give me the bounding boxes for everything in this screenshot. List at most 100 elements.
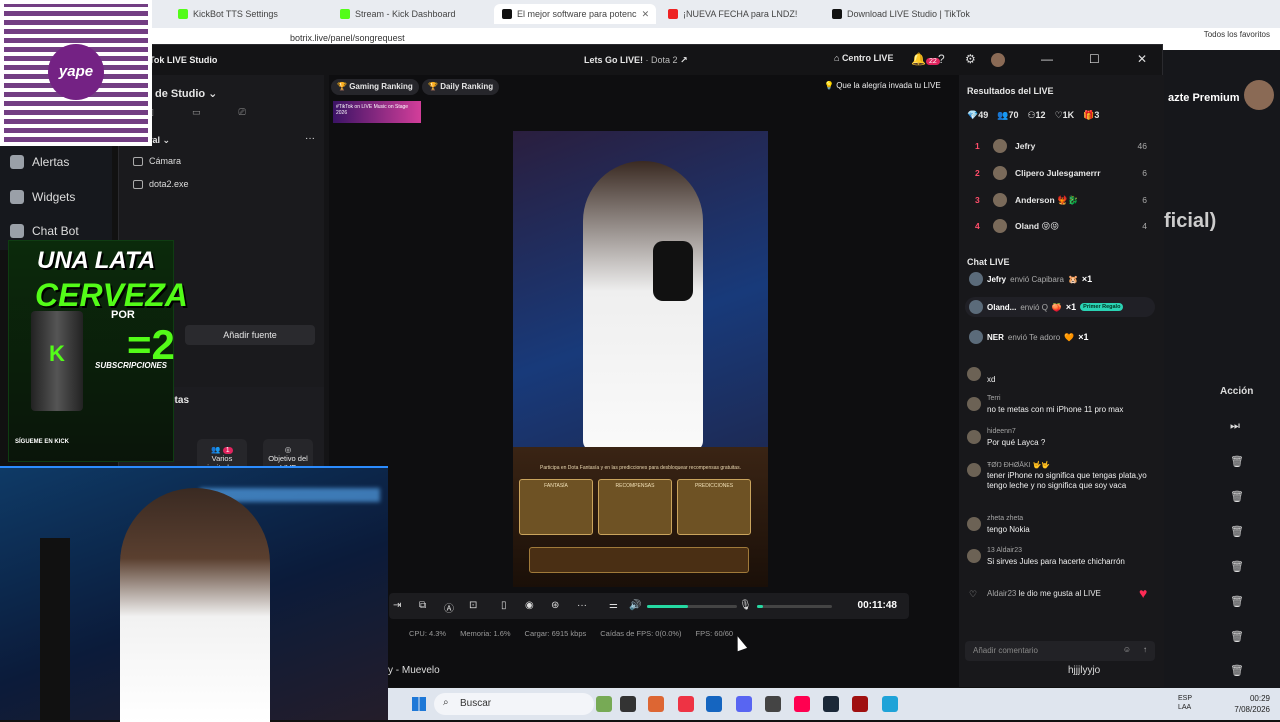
- minimize-icon[interactable]: —: [1041, 52, 1053, 66]
- browser-tab[interactable]: KickBot TTS Settings: [170, 4, 330, 24]
- send-icon[interactable]: ↑: [1143, 645, 1147, 654]
- speaker-volume-slider[interactable]: [647, 605, 737, 608]
- chat-message[interactable]: ŦØŊ ÐHØĀKI 🤟🤟 tener iPhone no significa q…: [965, 461, 1151, 509]
- sidebar-item-widgets[interactable]: Widgets: [10, 190, 75, 204]
- results-stats: 💎49 👥70 ⚇12 ♡1K 🎁3: [967, 110, 1099, 121]
- chat-message[interactable]: 13 Aldair23 Si sirves Jules para hacerte …: [965, 547, 1151, 573]
- chat-message[interactable]: Terri no te metas con mi iPhone 11 pro ma…: [965, 395, 1151, 421]
- steam-icon[interactable]: [823, 696, 839, 712]
- speaker-volume-fill: [647, 605, 688, 608]
- favorites-folder[interactable]: Todos los favoritos: [1204, 30, 1270, 39]
- taskbar-search[interactable]: ⌕ Buscar: [434, 693, 594, 715]
- avatar: [967, 549, 981, 563]
- obs-icon[interactable]: [765, 696, 781, 712]
- discord-icon[interactable]: [736, 696, 752, 712]
- maximize-icon[interactable]: ☐: [1089, 52, 1100, 66]
- trash-icon[interactable]: 🗑: [1230, 490, 1244, 503]
- stream-preview[interactable]: Participa en Dota Fantasía y en las pred…: [513, 131, 768, 587]
- daily-ranking-button[interactable]: 🏆 Daily Ranking: [422, 79, 500, 95]
- sidebar-item-chatbot[interactable]: Chat Bot: [10, 224, 79, 238]
- robot-icon: [10, 224, 24, 238]
- store-icon[interactable]: [706, 696, 722, 712]
- browser-tab[interactable]: Stream - Kick Dashboard: [332, 4, 492, 24]
- url-field[interactable]: botrix.live/panel/songrequest: [290, 33, 405, 43]
- trash-icon[interactable]: 🗑: [1230, 525, 1244, 538]
- browser-tab-active[interactable]: El mejor software para potenc ✕: [494, 4, 656, 24]
- more-icon[interactable]: ···: [305, 133, 315, 144]
- gaming-ranking-button[interactable]: 🏆 Gaming Ranking: [331, 79, 419, 95]
- sidebar-item-alerts[interactable]: Alertas: [10, 155, 69, 169]
- trash-icon[interactable]: 🗑: [1230, 630, 1244, 643]
- horizontal-layout-icon[interactable]: ▭: [192, 107, 201, 121]
- motto-text[interactable]: 💡 Que la alegría invada tu LIVE: [824, 81, 941, 90]
- add-source-button[interactable]: Añadir fuente: [185, 325, 315, 345]
- speaker-icon[interactable]: 🔊: [629, 600, 641, 612]
- mic-volume-fill: [757, 605, 763, 608]
- beer-can-image: K: [31, 311, 83, 411]
- trash-icon[interactable]: 🗑: [1230, 560, 1244, 573]
- language-indicator[interactable]: ESP LAA: [1178, 694, 1192, 712]
- more-icon[interactable]: ···: [577, 600, 589, 612]
- browser-tab[interactable]: ¡NUEVA FECHA para LNDZ!: [660, 4, 820, 24]
- tiktok-studio-icon[interactable]: [794, 696, 810, 712]
- centro-live-button[interactable]: ⌂ Centro LIVE: [834, 53, 893, 63]
- record-icon[interactable]: ◉: [525, 600, 537, 612]
- trash-icon[interactable]: 🗑: [1230, 595, 1244, 608]
- dota-icon[interactable]: [852, 696, 868, 712]
- comment-input[interactable]: Añadir comentario ☺ ↑: [965, 641, 1155, 661]
- system-clock[interactable]: 00:29 7/08/2026: [1234, 693, 1270, 715]
- trash-icon[interactable]: 🗑: [1230, 664, 1244, 677]
- gear-icon[interactable]: ⚙: [965, 52, 976, 66]
- expand-icon[interactable]: ⇥: [393, 600, 405, 612]
- premium-link[interactable]: azte Premium: [1168, 92, 1240, 104]
- ranking-row[interactable]: 2 Clipero Julesgamerrr 6: [975, 166, 1147, 180]
- source-camera[interactable]: Cámara: [133, 156, 181, 166]
- source-group-header[interactable]: ral ⌄: [149, 135, 170, 146]
- stream-title[interactable]: Lets Go LIVE! · Dota 2 ↗: [584, 55, 688, 66]
- bell-icon[interactable]: 🔔 22: [911, 52, 940, 66]
- capture-icon[interactable]: ⊛: [551, 600, 563, 612]
- settings-sliders-icon[interactable]: ⚌: [609, 600, 621, 612]
- chat-message[interactable]: zheta zheta tengo Nokia: [965, 515, 1151, 541]
- help-icon[interactable]: ?: [938, 52, 945, 66]
- portrait-layout-icon[interactable]: ⎚: [238, 107, 245, 121]
- phone-icon[interactable]: ▯: [501, 600, 513, 612]
- avatar[interactable]: [991, 53, 1005, 67]
- brave-icon[interactable]: [678, 696, 694, 712]
- avatar[interactable]: [1244, 80, 1274, 110]
- screen-icon[interactable]: ⊡: [469, 600, 481, 612]
- mic-icon[interactable]: 🎙: [739, 600, 752, 612]
- streamer-figure: [120, 488, 270, 722]
- copilot-icon[interactable]: [648, 696, 664, 712]
- fps-drop-stat: Caídas de FPS: 0(0.0%): [600, 629, 682, 638]
- mic-volume-slider[interactable]: [757, 605, 832, 608]
- ranking-row[interactable]: 3 Anderson 🐦‍🔥🐉 6: [975, 193, 1147, 207]
- edge-icon[interactable]: [882, 696, 898, 712]
- emoji-icon[interactable]: ☺: [1123, 645, 1131, 654]
- promo-card: RECOMPENSAS: [598, 479, 672, 535]
- browser-tab[interactable]: Download LIVE Studio | TikTok: [824, 4, 984, 24]
- layout-switcher[interactable]: ▯▭⎚: [149, 107, 319, 121]
- trash-icon[interactable]: 🗑: [1230, 455, 1244, 468]
- ai-icon[interactable]: Ⓐ: [444, 600, 456, 615]
- gift-message: Oland... envió Q 🍑 ×1 Primer Regalo: [965, 297, 1155, 317]
- close-icon[interactable]: ✕: [1137, 52, 1147, 66]
- close-tab-icon[interactable]: ✕: [642, 9, 650, 20]
- event-banner[interactable]: #TikTok on LIVE Music on Stage 2026: [333, 101, 421, 123]
- ranking-row[interactable]: 4 Oland 😝😝 4: [975, 219, 1147, 233]
- source-game[interactable]: dota2.exe: [133, 179, 189, 189]
- ranking-row[interactable]: 1 Jefry 46: [975, 139, 1147, 153]
- windows-start-icon[interactable]: [412, 697, 426, 711]
- avatar: [967, 430, 981, 444]
- explorer-icon[interactable]: [620, 696, 636, 712]
- avatar: [969, 330, 983, 344]
- layout-icon[interactable]: ⧉: [419, 600, 431, 612]
- chat-message[interactable]: hideenn7 Por qué Layca ?: [965, 428, 1151, 454]
- skip-icon[interactable]: ⏭: [1230, 420, 1242, 432]
- taskview-icon[interactable]: [596, 696, 612, 712]
- scene-selector[interactable]: de Studio ⌄: [155, 87, 217, 100]
- share-icon[interactable]: ↗: [680, 55, 688, 65]
- chat-title: Chat LIVE: [967, 257, 1010, 267]
- chat-message[interactable]: xd: [965, 365, 1151, 385]
- stream-controls: ⇥ ⧉ Ⓐ ⊡ ▯ ◉ ⊛ ··· ⚌ 🔊 🎙 00:11:48: [389, 593, 909, 619]
